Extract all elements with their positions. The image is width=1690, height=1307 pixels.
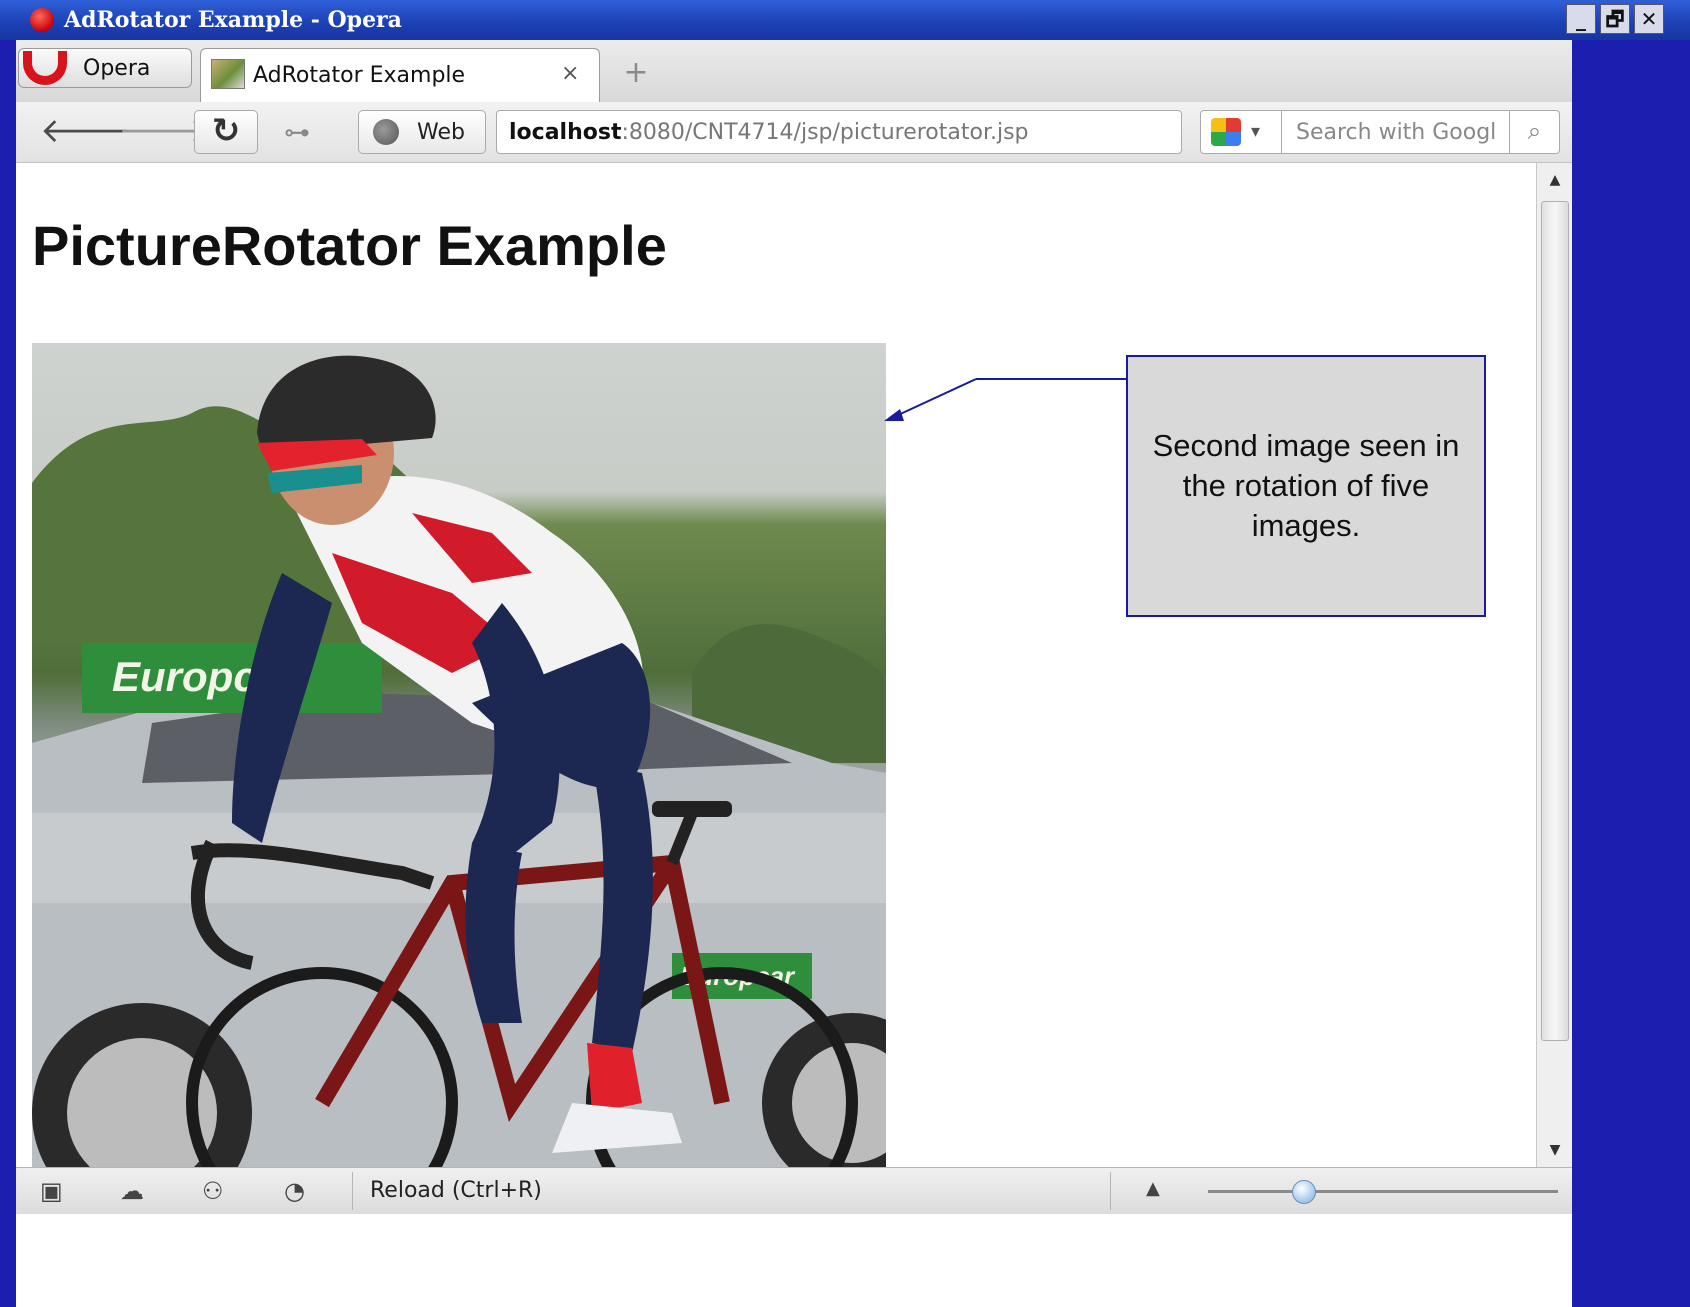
page-title: PictureRotator Example	[32, 214, 667, 277]
scroll-up-arrow-icon[interactable]: ▲	[1541, 167, 1569, 193]
annotation-arrow	[884, 378, 1126, 421]
annotation-text: Second image seen in the rotation of fiv…	[1152, 427, 1460, 544]
opera-unite-cloud-icon[interactable]: ☁	[120, 1177, 144, 1205]
url-host: localhost	[509, 120, 622, 145]
web-label: Web	[417, 120, 465, 145]
tab-label: AdRotator Example	[253, 63, 466, 88]
status-bar: ▣ ☁ ⚇ ◔ Reload (Ctrl+R) ▲	[16, 1167, 1572, 1214]
restore-button[interactable]: 🗗	[1600, 4, 1630, 34]
tab-favicon-icon	[211, 59, 245, 89]
scrollbar-thumb[interactable]	[1541, 201, 1569, 1041]
search-icon[interactable]: ⌕	[1510, 110, 1560, 154]
tab-bar: Opera AdRotator Example × + ⨯	[16, 40, 1690, 103]
globe-icon	[373, 119, 399, 145]
key-icon[interactable]: ⊶	[284, 118, 310, 148]
address-toolbar: 🡐 🡒 ↻ ⊶ Web localhost:8080/CNT4714/jsp/p…	[16, 102, 1690, 163]
opera-menu-label: Opera	[83, 56, 151, 81]
scroll-down-arrow-icon[interactable]: ▼	[1541, 1137, 1569, 1163]
search-input[interactable]: Search with Googl	[1282, 110, 1510, 154]
window-title: AdRotator Example - Opera	[64, 7, 402, 33]
annotation-callout: Second image seen in the rotation of fiv…	[1126, 355, 1486, 617]
minimize-button[interactable]: _	[1566, 4, 1596, 34]
zoom-slider-handle[interactable]	[1291, 1180, 1316, 1204]
opera-logo-icon	[23, 51, 67, 85]
vertical-scrollbar[interactable]: ▲ ▼	[1536, 163, 1573, 1167]
tab-close-icon[interactable]: ×	[561, 61, 579, 86]
opera-turbo-icon[interactable]: ◔	[284, 1177, 305, 1205]
page-viewport: PictureRotator Example Europca Europcar	[16, 163, 1536, 1167]
cyclist-photo: Europca Europcar	[32, 355, 886, 1167]
browser-frame: Opera AdRotator Example × + ⨯ 🡐 🡒 ↻ ⊶ We…	[16, 40, 1690, 1307]
new-tab-button[interactable]: +	[616, 56, 656, 92]
desktop-background	[1572, 40, 1690, 1307]
tab-adrotator-example[interactable]: AdRotator Example ×	[200, 48, 600, 102]
search-engine-selector[interactable]: ▾	[1200, 110, 1282, 154]
opera-app-icon	[30, 8, 54, 32]
status-text: Reload (Ctrl+R)	[370, 1178, 542, 1203]
forward-button[interactable]: 🡒	[118, 110, 209, 152]
url-path: :8080/CNT4714/jsp/picturerotator.jsp	[621, 120, 1029, 145]
opera-link-icon[interactable]: ⚇	[202, 1177, 224, 1205]
web-site-info-button[interactable]: Web	[358, 110, 486, 154]
google-icon	[1211, 118, 1241, 146]
zoom-menu-icon[interactable]: ▲	[1146, 1178, 1160, 1199]
window-titlebar: AdRotator Example - Opera _ 🗗 ✕	[0, 0, 1690, 40]
opera-menu-button[interactable]: Opera	[18, 48, 192, 88]
status-divider	[352, 1172, 353, 1210]
chevron-down-icon: ▾	[1251, 121, 1261, 142]
back-button[interactable]: 🡐	[40, 110, 131, 152]
url-field[interactable]: localhost:8080/CNT4714/jsp/picturerotato…	[496, 110, 1182, 154]
zoom-slider[interactable]	[1208, 1190, 1558, 1193]
close-window-button[interactable]: ✕	[1634, 4, 1664, 34]
rotated-image[interactable]: Europca Europcar	[32, 343, 886, 1167]
status-divider	[1110, 1172, 1111, 1210]
panel-toggle-icon[interactable]: ▣	[40, 1177, 63, 1205]
reload-button[interactable]: ↻	[194, 110, 258, 154]
